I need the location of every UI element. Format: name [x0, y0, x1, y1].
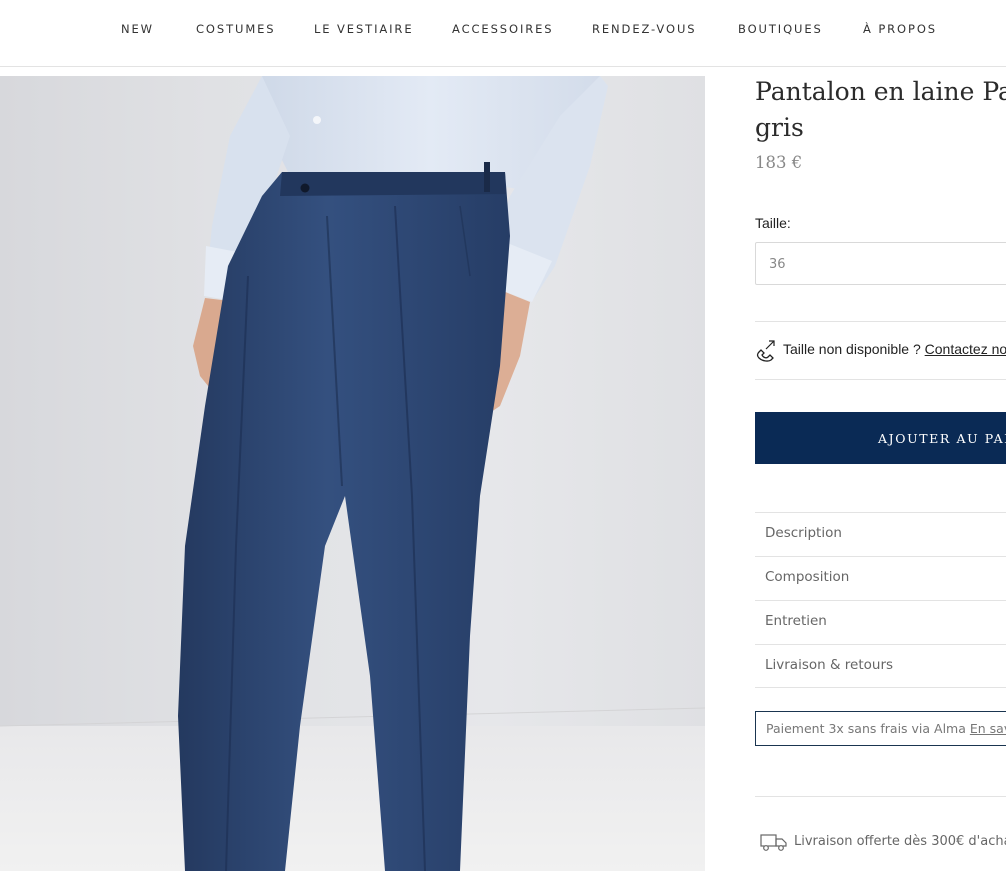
- accordion-livraison-retours[interactable]: Livraison & retours: [755, 644, 1006, 688]
- product-image[interactable]: [0, 76, 705, 871]
- accordion-description[interactable]: Description: [755, 512, 1006, 556]
- product-title: Pantalon en laine Palon gris: [755, 74, 1006, 146]
- top-navigation: NEW COSTUMES LE VESTIAIRE ACCESSOIRES RE…: [0, 0, 1006, 67]
- payment-info-link[interactable]: En sav: [970, 721, 1006, 736]
- truck-icon: [760, 832, 788, 857]
- nav-item-le-vestiaire[interactable]: LE VESTIAIRE: [314, 22, 414, 36]
- phone-icon: [755, 338, 777, 367]
- product-price: 183 €: [755, 153, 803, 172]
- product-title-line-1: Pantalon en laine Palon: [755, 77, 1006, 106]
- size-select[interactable]: 36: [755, 242, 1006, 285]
- divider: [755, 321, 1006, 322]
- accordion-entretien[interactable]: Entretien: [755, 600, 1006, 644]
- nav-item-a-propos[interactable]: À PROPOS: [863, 22, 937, 36]
- divider: [755, 796, 1006, 797]
- nav-item-rendez-vous[interactable]: RENDEZ-VOUS: [592, 22, 696, 36]
- divider: [755, 379, 1006, 380]
- nav-item-new[interactable]: NEW: [121, 22, 154, 36]
- size-unavailable-text: Taille non disponible ?: [783, 341, 925, 357]
- payment-text: Paiement 3x sans frais via Alma: [766, 721, 970, 736]
- payment-banner: Paiement 3x sans frais via Alma En sav: [755, 711, 1006, 746]
- product-photo-illustration: [0, 76, 705, 871]
- nav-item-boutiques[interactable]: BOUTIQUES: [738, 22, 823, 36]
- contact-link[interactable]: Contactez no: [925, 341, 1006, 357]
- size-label: Taille:: [755, 215, 791, 231]
- product-title-line-2: gris: [755, 113, 804, 142]
- nav-item-costumes[interactable]: COSTUMES: [196, 22, 276, 36]
- shipping-text: Livraison offerte dès 300€ d'acha: [794, 834, 1006, 849]
- accordion-composition[interactable]: Composition: [755, 556, 1006, 600]
- add-to-cart-button[interactable]: AJOUTER AU PAN: [755, 412, 1006, 464]
- nav-item-accessoires[interactable]: ACCESSOIRES: [452, 22, 554, 36]
